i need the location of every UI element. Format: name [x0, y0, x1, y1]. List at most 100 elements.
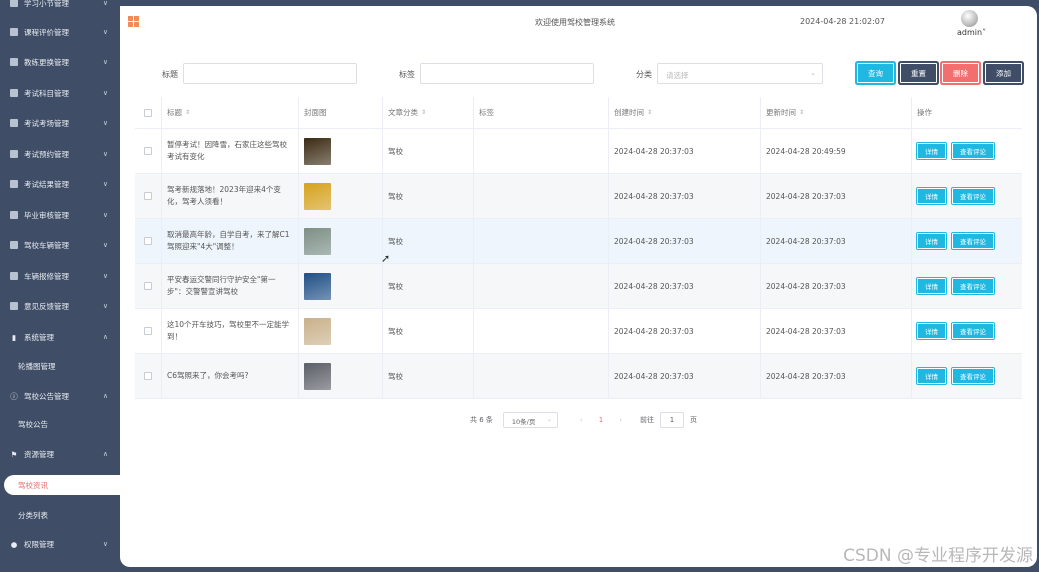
sort-icon[interactable]: ⇕ — [799, 109, 804, 116]
actions-cell: 详情 查看评论 — [912, 219, 1022, 263]
table-row[interactable]: 取消最高年龄，自学自考，来了解C1驾照迎来"4大"调整！ 驾校 2024-04-28… — [135, 219, 1022, 264]
sort-icon[interactable]: ⇕ — [647, 109, 652, 116]
sidebar-item[interactable]: ⚑ 资源管理 ∧ — [0, 439, 120, 469]
sidebar-item[interactable]: 课程评价管理 ∨ — [0, 17, 120, 47]
title-input[interactable] — [183, 63, 357, 84]
delete-button[interactable]: 删除 — [942, 63, 979, 83]
cover-cell — [299, 219, 383, 263]
grid-menu-icon[interactable] — [128, 16, 139, 27]
sidebar-item[interactable]: 毕业审核管理 ∨ — [0, 200, 120, 230]
view-comments-button[interactable]: 查看评论 — [952, 188, 994, 204]
header-updated[interactable]: 更新时间 ⇕ — [761, 97, 912, 128]
prev-page-button[interactable]: ‹ — [580, 416, 583, 424]
select-all-cell — [135, 97, 162, 128]
page-size-select[interactable]: 10条/页 ⌄ — [502, 412, 558, 428]
view-comments-button[interactable]: 查看评论 — [952, 143, 994, 159]
header-category[interactable]: 文章分类 ⇕ — [383, 97, 474, 128]
user-menu[interactable]: admin˅ — [957, 28, 986, 37]
sidebar-item[interactable]: 轮播图管理 — [0, 351, 120, 381]
category-placeholder: 请选择 — [666, 71, 689, 80]
view-comments-button[interactable]: 查看评论 — [952, 368, 994, 384]
header-created[interactable]: 创建时间 ⇕ — [609, 97, 761, 128]
detail-button[interactable]: 详情 — [917, 143, 946, 159]
row-created: 2024-04-28 20:37:03 — [614, 236, 694, 246]
detail-button[interactable]: 详情 — [917, 323, 946, 339]
sidebar-item[interactable]: 考试科目管理 ∨ — [0, 78, 120, 108]
category-select[interactable]: 请选择 ⌄ — [657, 63, 823, 84]
sidebar-item-label: 车辆报修管理 — [24, 271, 69, 281]
view-comments-button[interactable]: 查看评论 — [952, 323, 994, 339]
goto-page-input[interactable]: 1 — [660, 412, 684, 428]
row-select-cell — [135, 219, 162, 263]
table-row[interactable]: C6驾照来了，你会考吗? 驾校 2024-04-28 20:37:03 2024-04… — [135, 354, 1022, 399]
table-row[interactable]: 平安春运交警同行守护安全"第一步"：交警警宣讲驾校 驾校 2024-04-28 20… — [135, 264, 1022, 309]
chevron-down-icon: ∨ — [102, 241, 108, 249]
detail-button[interactable]: 详情 — [917, 188, 946, 204]
cover-image[interactable] — [304, 182, 331, 210]
sidebar-item[interactable]: 考试考场管理 ∨ — [0, 108, 120, 138]
row-checkbox[interactable] — [144, 147, 152, 155]
sidebar-item[interactable]: 学习小节管理 ∨ — [0, 0, 120, 18]
detail-button[interactable]: 详情 — [917, 278, 946, 294]
sidebar-item[interactable]: 分类列表 — [0, 500, 120, 530]
sidebar-item[interactable]: ▮ 系统管理 ∧ — [0, 322, 120, 352]
row-select-cell — [135, 174, 162, 218]
news-table: 标题 ⇕ 封面图 文章分类 ⇕ 标签 创建时间 ⇕ 更新时间 ⇕ 操作 暂停考试！因降雪… — [135, 97, 1022, 399]
sidebar-item[interactable]: 考试预约管理 ∨ — [0, 139, 120, 169]
row-checkbox[interactable] — [144, 372, 152, 380]
table-row[interactable]: 暂停考试！因降雪，石家庄这些驾校考试有变化 驾校 2024-04-28 20:37:… — [135, 129, 1022, 174]
table-row[interactable]: 这10个开车技巧，驾校里不一定能学到！ 驾校 2024-04-28 20:37:03… — [135, 309, 1022, 354]
sidebar-item[interactable]: 意见反馈管理 ∨ — [0, 291, 120, 321]
avatar[interactable] — [961, 10, 978, 27]
add-button[interactable]: 添加 — [985, 63, 1022, 83]
sort-icon[interactable]: ⇕ — [185, 109, 190, 116]
top-bar: 欢迎使用驾校管理系统 2024-04-28 21:02:07 admin˅ — [120, 6, 1037, 44]
row-created: 2024-04-28 20:37:03 — [614, 191, 694, 201]
header-actions-label: 操作 — [917, 108, 932, 117]
select-all-checkbox[interactable] — [144, 108, 152, 117]
sidebar-item[interactable]: 车辆报修管理 ∨ — [0, 261, 120, 291]
chevron-up-icon: ∧ — [102, 392, 108, 400]
tag-input[interactable] — [420, 63, 594, 84]
next-page-button[interactable]: › — [619, 416, 622, 424]
header-title[interactable]: 标题 ⇕ — [162, 97, 299, 128]
row-checkbox[interactable] — [144, 192, 152, 200]
cover-image[interactable] — [304, 227, 331, 255]
page-number[interactable]: 1 — [599, 416, 603, 424]
view-comments-button[interactable]: 查看评论 — [952, 233, 994, 249]
tag-cell — [474, 129, 609, 173]
category-cell: 驾校 — [383, 264, 474, 308]
sidebar-item[interactable]: 驾校公告 — [0, 409, 120, 439]
sidebar-item-label: 权限管理 — [24, 539, 54, 549]
header-tag-label: 标签 — [479, 108, 494, 117]
row-checkbox[interactable] — [144, 282, 152, 290]
search-bar: 标题 标签 分类 请选择 ⌄ 查询 重置 删除 添加 — [120, 62, 1037, 86]
sidebar-item[interactable]: 考试结果管理 ∨ — [0, 169, 120, 199]
actions-cell: 详情 查看评论 — [912, 129, 1022, 173]
title-cell: 暂停考试！因降雪，石家庄这些驾校考试有变化 — [162, 129, 299, 173]
sidebar-item[interactable]: 驾校车辆管理 ∨ — [0, 230, 120, 260]
cover-image[interactable] — [304, 272, 331, 300]
detail-button[interactable]: 详情 — [917, 368, 946, 384]
row-category: 驾校 — [388, 191, 403, 201]
row-category: 驾校 — [388, 281, 403, 291]
view-comments-button[interactable]: 查看评论 — [952, 278, 994, 294]
cover-image[interactable] — [304, 137, 331, 165]
title-cell: 取消最高年龄，自学自考，来了解C1驾照迎来"4大"调整！ — [162, 219, 299, 263]
goto-label: 前往 — [640, 416, 654, 424]
sidebar-item-label: 驾校公告管理 — [24, 391, 69, 401]
reset-button[interactable]: 重置 — [900, 63, 937, 83]
sort-icon[interactable]: ⇕ — [421, 109, 426, 116]
sidebar-item[interactable]: 驾校资讯 — [4, 475, 120, 495]
row-checkbox[interactable] — [144, 327, 152, 335]
row-checkbox[interactable] — [144, 237, 152, 245]
sidebar: 学习小节管理 ∨ 课程评价管理 ∨ 教练更换管理 ∨ 考试科目管理 ∨ 考试考场管理 ∨ 考试预约管… — [0, 0, 120, 572]
cover-image[interactable] — [304, 317, 331, 345]
query-button[interactable]: 查询 — [857, 63, 894, 83]
sidebar-item[interactable]: 教练更换管理 ∨ — [0, 47, 120, 77]
detail-button[interactable]: 详情 — [917, 233, 946, 249]
sidebar-item[interactable]: ⓘ 驾校公告管理 ∧ — [0, 381, 120, 411]
table-row[interactable]: 驾考新规落地！2023年迎来4个变化，驾考人须看！ 驾校 2024-04-28 20… — [135, 174, 1022, 219]
cover-image[interactable] — [304, 362, 331, 390]
sidebar-item[interactable]: ● 权限管理 ∨ — [0, 529, 120, 559]
